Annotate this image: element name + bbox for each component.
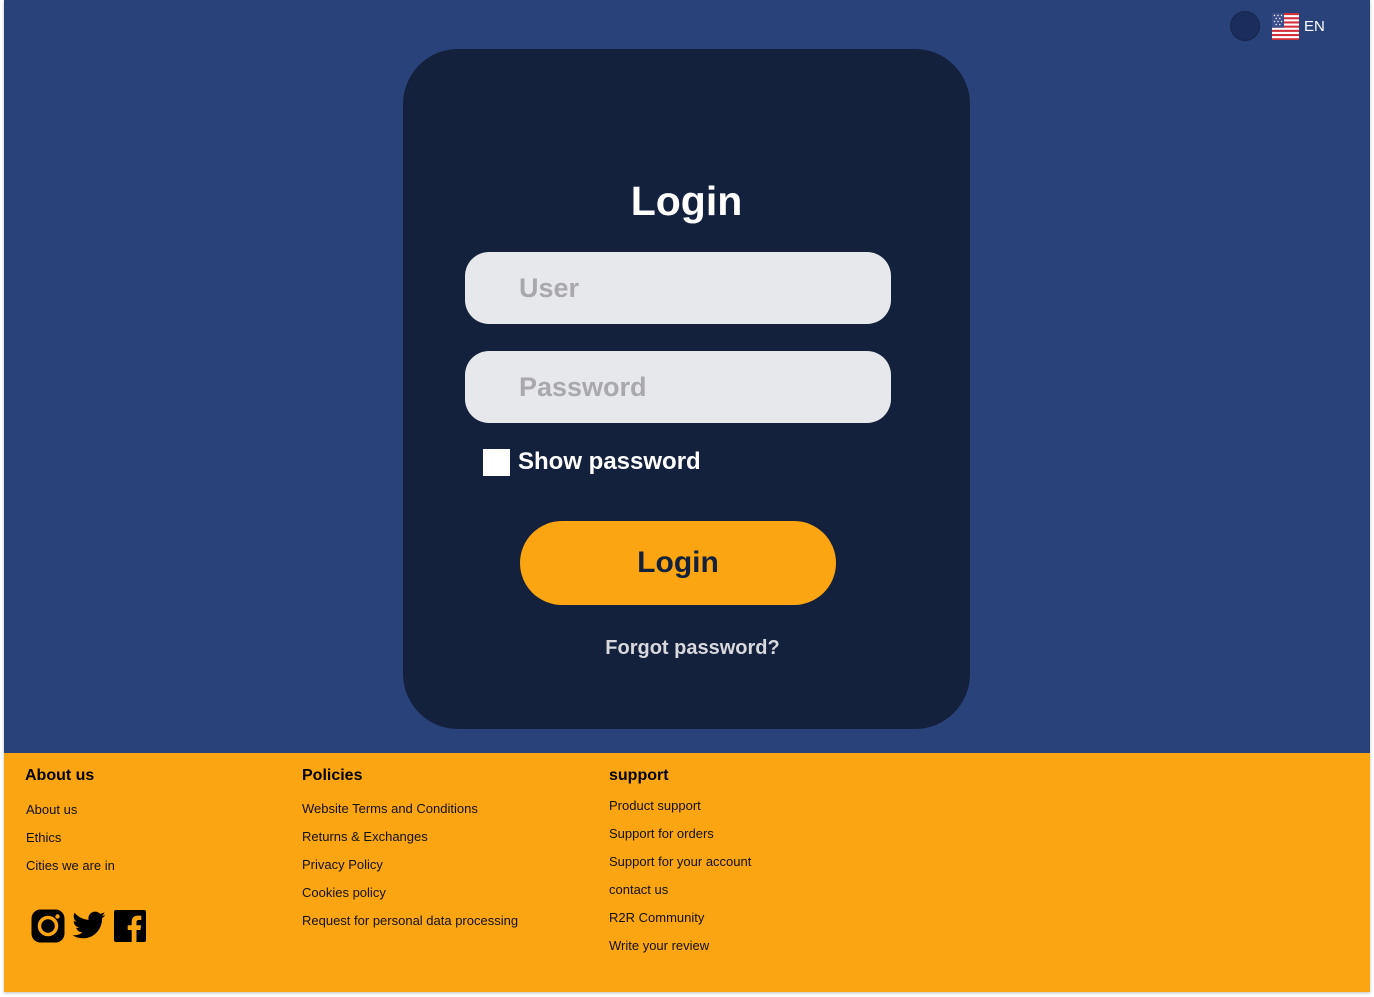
footer-link[interactable]: Request for personal data processing [302, 907, 518, 935]
footer-link[interactable]: Returns & Exchanges [302, 823, 518, 851]
twitter-icon[interactable] [70, 908, 108, 944]
footer-link[interactable]: Cookies policy [302, 879, 518, 907]
login-title: Login [630, 178, 743, 224]
footer-link[interactable]: Write your review [609, 932, 751, 960]
language-selector[interactable]: EN [1272, 11, 1325, 41]
footer-link[interactable]: R2R Community [609, 904, 751, 932]
footer-link[interactable]: About us [26, 796, 115, 824]
footer-link[interactable]: Privacy Policy [302, 851, 518, 879]
page: EN Login Show password Login Forgot pass… [4, 0, 1370, 992]
show-password-label: Show password [518, 448, 701, 475]
login-card: Login Show password Login Forgot passwor… [403, 49, 970, 729]
instagram-icon[interactable] [30, 908, 66, 944]
social-links [30, 908, 148, 944]
footer-link[interactable]: Website Terms and Conditions [302, 795, 518, 823]
show-password-toggle[interactable]: Show password [483, 448, 701, 476]
us-flag-icon [1272, 12, 1299, 40]
footer-links-policies: Website Terms and Conditions Returns & E… [302, 795, 518, 935]
password-input[interactable] [465, 351, 891, 423]
footer-heading-policies: Policies [302, 767, 363, 784]
facebook-icon[interactable] [112, 908, 148, 944]
footer-link[interactable]: Ethics [26, 824, 115, 852]
footer-link[interactable]: contact us [609, 876, 751, 904]
footer: About us About us Ethics Cities we are i… [4, 753, 1370, 992]
footer-link[interactable]: Support for orders [609, 820, 751, 848]
footer-heading-about: About us [25, 767, 95, 784]
theme-toggle-button[interactable] [1230, 11, 1260, 41]
forgot-password-link[interactable]: Forgot password? [403, 637, 970, 660]
footer-links-about: About us Ethics Cities we are in [26, 796, 115, 880]
show-password-checkbox[interactable] [483, 448, 510, 476]
hero-section: EN Login Show password Login Forgot pass… [4, 0, 1370, 753]
login-button[interactable]: Login [520, 521, 836, 605]
footer-links-support: Product support Support for orders Suppo… [609, 792, 751, 960]
footer-heading-support: support [609, 767, 669, 784]
footer-link[interactable]: Product support [609, 792, 751, 820]
language-code: EN [1304, 17, 1325, 35]
user-input[interactable] [465, 252, 891, 324]
footer-link[interactable]: Cities we are in [26, 852, 115, 880]
footer-link[interactable]: Support for your account [609, 848, 751, 876]
